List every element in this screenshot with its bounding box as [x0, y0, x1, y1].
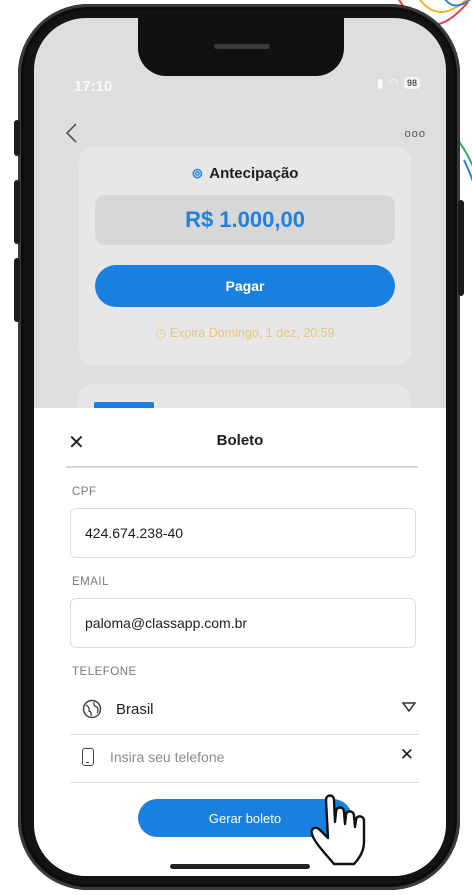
email-label: EMAIL — [72, 576, 110, 588]
amount-display: R$ 1.000,00 — [95, 195, 395, 245]
signal-icon: ▮ — [376, 76, 384, 90]
chevron-down-icon[interactable] — [402, 702, 416, 712]
side-button — [14, 258, 20, 322]
phone-screen: 17:10 ▮ ◠ 98 ooo ⊚ Antecipação R$ 1.000,0… — [34, 18, 446, 876]
chevron-left-icon[interactable] — [64, 122, 80, 144]
cpf-label: CPF — [72, 486, 97, 498]
sheet-title: Boleto — [216, 432, 264, 449]
notch — [138, 18, 344, 76]
status-time: 17:10 — [74, 78, 113, 95]
phone-label: TELEFONE — [72, 666, 137, 678]
pointer-hand-icon — [310, 794, 366, 866]
divider — [66, 466, 418, 468]
side-button — [14, 180, 20, 244]
side-button — [458, 200, 464, 296]
wifi-icon: ◠ — [388, 76, 399, 90]
phone-placeholder: Insira seu telefone — [110, 749, 225, 765]
boleto-sheet: ✕ Boleto CPF 424.674.238-40 EMAIL paloma… — [34, 408, 446, 876]
money-icon: ⊚ — [191, 165, 204, 181]
globe-icon — [82, 699, 102, 719]
battery-icon: 98 — [403, 77, 420, 89]
side-button — [14, 120, 20, 156]
clock-icon: ◷ — [155, 326, 170, 340]
country-name: Brasil — [116, 700, 154, 718]
smartphone-icon — [82, 748, 94, 766]
clear-icon[interactable]: ✕ — [400, 745, 414, 765]
card-title-text: Antecipação — [209, 165, 299, 182]
cpf-field[interactable]: 424.674.238-40 — [70, 508, 416, 558]
home-indicator — [170, 864, 310, 869]
status-icons: ▮ ◠ 98 — [377, 76, 420, 90]
expiry-text: ◷ Expira Domingo, 1 dez, 20:59 — [79, 325, 411, 340]
phone-input[interactable]: Insira seu telefone ✕ — [70, 735, 420, 779]
more-options-icon[interactable]: ooo — [405, 128, 426, 140]
email-field[interactable]: paloma@classapp.com.br — [70, 598, 416, 648]
anticipation-card: ⊚ Antecipação R$ 1.000,00 Pagar ◷ Expira … — [78, 146, 412, 366]
card-title: ⊚ Antecipação — [79, 165, 411, 182]
pay-button[interactable]: Pagar — [95, 265, 395, 307]
country-select[interactable]: Brasil — [70, 687, 420, 731]
expiry-label: Expira Domingo, 1 dez, 20:59 — [169, 326, 335, 340]
